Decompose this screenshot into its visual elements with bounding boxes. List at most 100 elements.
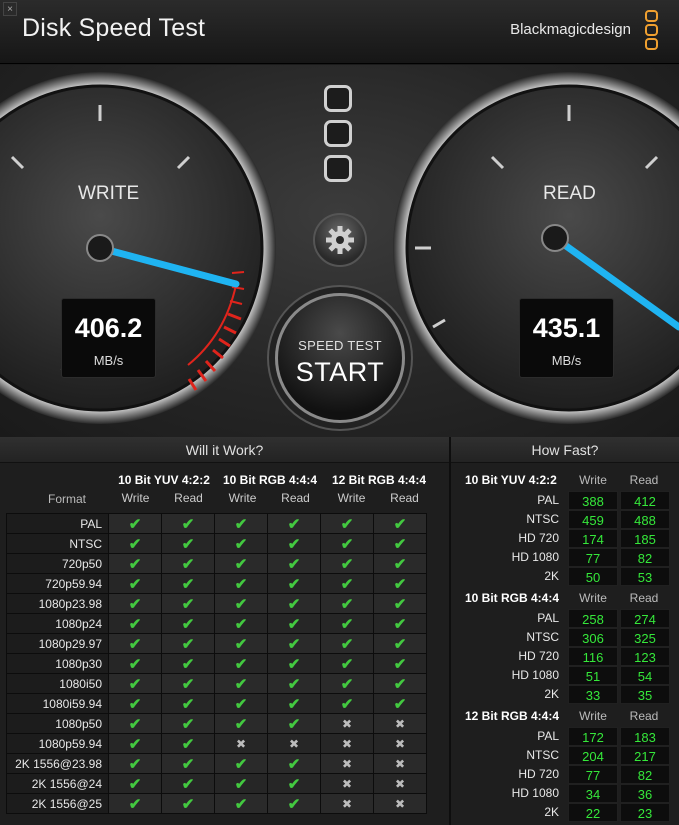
format-label: 2K [544,569,559,583]
check-icon: ✔ [393,555,407,573]
check-icon: ✔ [234,775,248,793]
support-cell: ✔ [267,693,321,714]
how-fast-group: 12 Bit RGB 4:4:4 Write Read PAL 172 183 NTSC 20… [452,709,679,825]
read-fps-value: 274 [620,609,670,628]
table-row: 1080p23.98 ✔ ✔ ✔ ✔ ✔ ✔ [6,593,427,614]
support-cell: ✔ [267,753,321,774]
check-icon: ✔ [287,615,301,633]
table-row: 1080i59.94 ✔ ✔ ✔ ✔ ✔ ✔ [6,693,427,714]
start-button[interactable]: SPEED TEST START [275,293,405,423]
support-cell: ✔ [267,653,321,674]
support-cell: ✔ [267,713,321,734]
start-button-subtitle: SPEED TEST [298,338,382,353]
support-cell: ✖ [267,733,321,754]
format-label: HD 1080 [511,550,559,564]
format-label: 1080p29.97 [6,633,109,654]
brand-name: Blackmagicdesign [510,21,631,38]
how-fast-row: PAL 388 412 [452,491,679,510]
format-label: PAL [6,513,109,534]
check-icon: ✔ [181,535,195,553]
write-speed-value: 406.2 [74,313,143,343]
start-button-label: START [295,357,385,387]
sub-header: Write [337,491,366,505]
group-header: 10 Bit RGB 4:4:4 [222,473,318,487]
how-fast-row: PAL 172 183 [452,727,679,746]
cross-icon: ✖ [394,716,406,731]
check-icon: ✔ [181,555,195,573]
write-fps-value: 172 [568,727,618,746]
support-cell: ✖ [320,733,374,754]
support-cell: ✔ [373,613,427,634]
table-row: 2K 1556@23.98 ✔ ✔ ✔ ✔ ✖ ✖ [6,753,427,774]
sub-header: Read [174,491,203,505]
check-icon: ✔ [128,755,142,773]
support-cell: ✔ [320,573,374,594]
check-icon: ✔ [181,695,195,713]
format-label: NTSC [6,533,109,554]
check-icon: ✔ [393,575,407,593]
group-header: 12 Bit RGB 4:4:4 [331,473,427,487]
format-label: HD 1080 [511,668,559,682]
check-icon: ✔ [181,635,195,653]
support-cell: ✖ [373,773,427,794]
support-cell: ✔ [214,653,268,674]
cross-icon: ✖ [394,776,406,791]
support-cell: ✔ [373,533,427,554]
support-cell: ✔ [214,613,268,634]
check-icon: ✔ [234,635,248,653]
check-icon: ✔ [234,715,248,733]
group-header: 10 Bit YUV 4:2:2 [118,473,210,487]
write-gauge [0,72,276,424]
close-button[interactable]: × [3,2,17,16]
cross-icon: ✖ [394,756,406,771]
support-cell: ✔ [108,573,162,594]
will-it-work-header: Will it Work? [0,437,449,463]
support-cell: ✔ [267,673,321,694]
title-bar: × Disk Speed Test Blackmagicdesign [0,0,679,64]
support-cell: ✔ [161,713,215,734]
format-label: 1080p50 [6,713,109,734]
support-cell: ✔ [108,673,162,694]
support-cell: ✔ [267,613,321,634]
format-label: PAL [537,493,559,507]
write-fps-value: 116 [568,647,618,666]
write-fps-value: 174 [568,529,618,548]
format-label: 2K 1556@23.98 [6,753,109,774]
check-icon: ✔ [128,775,142,793]
write-column-header: Write [579,473,607,487]
read-column-header: Read [629,709,659,723]
support-cell: ✔ [108,533,162,554]
read-fps-value: 82 [620,548,670,567]
format-label: 2K 1556@25 [6,793,109,814]
check-icon: ✔ [128,635,142,653]
support-cell: ✔ [267,633,321,654]
settings-button[interactable] [313,213,367,267]
check-icon: ✔ [287,575,301,593]
format-label: 1080p24 [6,613,109,634]
support-cell: ✔ [161,613,215,634]
how-fast-group: 10 Bit YUV 4:2:2 Write Read PAL 388 412 NTSC 45… [452,473,679,591]
check-icon: ✔ [234,555,248,573]
support-cell: ✔ [267,533,321,554]
support-cell: ✖ [373,793,427,814]
check-icon: ✔ [393,535,407,553]
support-cell: ✔ [214,773,268,794]
check-icon: ✔ [340,575,354,593]
check-icon: ✔ [393,675,407,693]
support-cell: ✔ [320,533,374,554]
how-fast-row: HD 1080 77 82 [452,548,679,567]
support-cell: ✔ [108,513,162,534]
read-speed-unit: MB/s [551,353,582,368]
support-cell: ✔ [267,553,321,574]
read-speed-value: 435.1 [532,313,601,343]
support-cell: ✔ [161,513,215,534]
how-fast-group: 10 Bit RGB 4:4:4 Write Read PAL 258 274 NTSC 30… [452,591,679,709]
check-icon: ✔ [234,595,248,613]
write-column-header: Write [579,591,607,605]
check-icon: ✔ [340,695,354,713]
write-speed-unit: MB/s [93,353,124,368]
how-fast-row: 2K 33 35 [452,685,679,704]
support-cell: ✔ [373,693,427,714]
write-fps-value: 51 [568,666,618,685]
support-cell: ✔ [161,773,215,794]
